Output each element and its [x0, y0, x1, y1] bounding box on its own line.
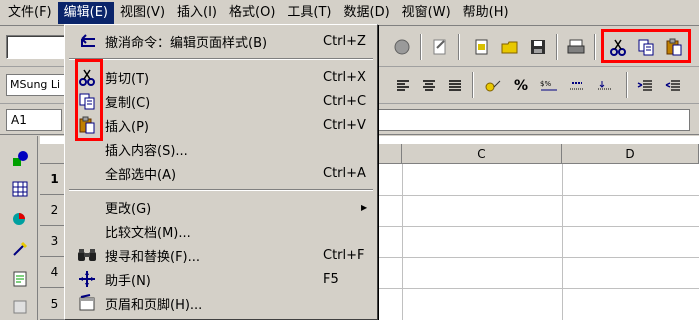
menu-item-header-footer[interactable]: 页眉和页脚(H)... — [65, 291, 377, 315]
url-combo-box[interactable] — [6, 35, 68, 59]
menu-separator — [69, 58, 373, 60]
menu-item-shortcut: Ctrl+A — [323, 165, 366, 181]
stop-icon[interactable] — [390, 35, 414, 59]
name-box[interactable]: A1 — [6, 109, 62, 131]
toolbar-separator — [556, 34, 558, 60]
increase-indent-icon[interactable] — [662, 74, 684, 98]
menu-bar: 文件(F) 编辑(E) 视图(V) 插入(I) 格式(O) 工具(T) 数据(D… — [0, 0, 699, 26]
open-folder-icon[interactable] — [498, 35, 522, 59]
chart-icon[interactable] — [9, 208, 31, 230]
number-format-icon[interactable]: $% — [538, 74, 560, 98]
menu-format[interactable]: 格式(O) — [223, 2, 281, 24]
toolbar-separator — [594, 34, 596, 60]
menu-item-label: 撤消命令：编辑页面样式(B) — [105, 35, 268, 51]
currency-format-icon[interactable] — [482, 74, 504, 98]
new-document-icon[interactable] — [470, 35, 494, 59]
grid-line — [562, 164, 563, 320]
menu-item-shortcut: Ctrl+C — [323, 93, 367, 109]
binoculars-icon — [77, 245, 97, 265]
menu-item-label: 更改(G) — [105, 201, 152, 217]
menu-item-label: 复制(C) — [105, 95, 151, 111]
menu-item-label: 助手(N) — [105, 273, 151, 289]
submenu-arrow-icon: ▶ — [361, 202, 368, 212]
toolbar-separator — [420, 34, 422, 60]
menu-item-label: 插入(P) — [105, 119, 149, 135]
menu-item-label: 全部选中(A) — [105, 167, 177, 183]
svg-text:$%: $% — [540, 80, 551, 88]
print-icon[interactable] — [564, 35, 588, 59]
menu-item-cut[interactable]: 剪切(T) Ctrl+X — [65, 65, 377, 89]
column-header-d[interactable]: D — [562, 144, 699, 164]
save-disk-icon[interactable] — [526, 35, 550, 59]
justify-icon[interactable] — [444, 74, 466, 98]
menu-item-paste[interactable]: 插入(P) Ctrl+V — [65, 113, 377, 137]
menu-item-undo[interactable]: 撤消命令：编辑页面样式(B) Ctrl+Z — [65, 29, 377, 53]
grid-line — [402, 164, 403, 320]
font-name-box[interactable]: MSung Li — [6, 74, 68, 96]
menu-item-label: 比较文档(M)... — [105, 225, 191, 241]
menu-item-label: 插入内容(S)... — [105, 143, 188, 159]
menu-insert[interactable]: 插入(I) — [171, 2, 223, 24]
menu-data[interactable]: 数据(D) — [338, 2, 396, 24]
menu-item-shortcut: Ctrl+Z — [323, 33, 366, 49]
menu-window[interactable]: 视窗(W) — [396, 2, 457, 24]
menu-edit[interactable]: 编辑(E) — [57, 1, 114, 24]
menu-item-shortcut: Ctrl+F — [323, 247, 365, 263]
menu-item-shortcut: Ctrl+X — [323, 69, 366, 85]
navigator-icon — [77, 269, 97, 289]
align-center-icon[interactable] — [418, 74, 440, 98]
edit-menu-dropdown: 撤消命令：编辑页面样式(B) Ctrl+Z 剪切(T) Ctrl+X 复制(C)… — [64, 24, 378, 320]
form-icon[interactable] — [9, 268, 31, 290]
percent-format-button[interactable]: % — [510, 74, 532, 98]
align-left-icon[interactable] — [392, 74, 414, 98]
header-footer-icon — [77, 293, 97, 313]
cut-icon[interactable] — [606, 35, 630, 59]
menu-item-select-all[interactable]: 全部选中(A) Ctrl+A — [65, 161, 377, 185]
menu-item-label: 搜寻和替换(F)... — [105, 249, 201, 265]
add-decimal-icon[interactable] — [566, 74, 588, 98]
menu-item-paste-special[interactable]: 插入内容(S)... — [65, 137, 377, 161]
menu-item-find-replace[interactable]: 搜寻和替换(F)... Ctrl+F — [65, 243, 377, 267]
draw-shapes-icon[interactable] — [9, 148, 31, 170]
toolbar-separator — [472, 72, 474, 98]
toolbar-separator — [458, 34, 460, 60]
draw-function-icon[interactable] — [9, 238, 31, 260]
menu-separator — [69, 189, 373, 191]
menu-item-compare[interactable]: 比较文档(M)... — [65, 219, 377, 243]
menu-item-changes[interactable]: 更改(G) ▶ — [65, 195, 377, 219]
table-icon[interactable] — [9, 178, 31, 200]
menu-item-label: 剪切(T) — [105, 71, 150, 87]
menu-tools[interactable]: 工具(T) — [281, 2, 337, 24]
edit-file-icon[interactable] — [428, 35, 452, 59]
menu-file[interactable]: 文件(F) — [2, 2, 58, 24]
toolbar-separator — [626, 72, 628, 98]
menu-help[interactable]: 帮助(H) — [457, 2, 515, 24]
menu-item-shortcut: Ctrl+V — [323, 117, 366, 133]
copy-icon — [77, 91, 97, 111]
menu-item-shortcut: F5 — [323, 271, 339, 287]
menu-view[interactable]: 视图(V) — [114, 2, 171, 24]
menu-item-copy[interactable]: 复制(C) Ctrl+C — [65, 89, 377, 113]
copy-icon[interactable] — [634, 35, 658, 59]
undo-arrow-icon — [77, 31, 97, 51]
paste-icon[interactable] — [662, 35, 686, 59]
paste-icon — [77, 115, 97, 135]
menu-item-label: 页眉和页脚(H)... — [105, 297, 203, 313]
decrease-indent-icon[interactable] — [634, 74, 656, 98]
scissors-icon — [77, 67, 97, 87]
more-tools-icon[interactable] — [9, 296, 31, 318]
formula-input[interactable] — [378, 109, 690, 131]
column-header-c[interactable]: C — [402, 144, 562, 164]
left-drawing-toolbar — [0, 136, 38, 320]
menu-item-navigator[interactable]: 助手(N) F5 — [65, 267, 377, 291]
delete-decimal-icon[interactable] — [594, 74, 616, 98]
